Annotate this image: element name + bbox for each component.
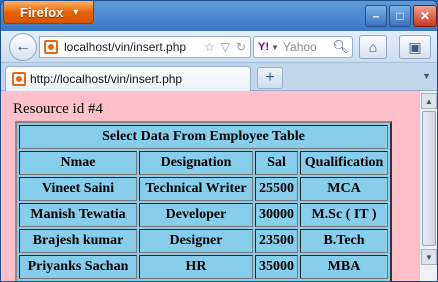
table-cell: Vineet Saini — [19, 177, 137, 201]
page-content: Resource id #4 Select Data From Employee… — [1, 91, 419, 281]
column-header: Nmae — [19, 151, 137, 175]
scroll-down-icon[interactable]: ▼ — [421, 249, 437, 265]
tab-insert-php[interactable]: http://localhost/vin/insert.php — [5, 66, 251, 91]
navigation-toolbar: ← localhost/vin/insert.php ☆ ▽ ↻ Y! ▼ Ya… — [1, 31, 437, 63]
history-dropdown-icon[interactable]: ▽ — [221, 40, 230, 54]
chevron-down-icon: ▼ — [71, 7, 81, 17]
search-bar[interactable]: Y! ▼ Yahoo 🔍︎ — [253, 36, 353, 58]
home-icon: ⌂ — [368, 39, 378, 55]
plus-icon: + — [265, 69, 275, 86]
site-identity-icon[interactable] — [44, 40, 58, 54]
table-cell: Designer — [139, 229, 253, 253]
window-controls: – □ ✕ — [365, 5, 437, 27]
new-tab-button[interactable]: + — [257, 67, 283, 89]
search-icon[interactable]: 🔍︎ — [332, 39, 349, 55]
employee-table: Select Data From Employee Table Nmae Des… — [15, 121, 392, 281]
maximize-icon: □ — [396, 9, 404, 23]
minimize-icon: – — [372, 9, 380, 23]
address-bar[interactable]: localhost/vin/insert.php ☆ ▽ ↻ — [39, 36, 251, 58]
url-text[interactable]: localhost/vin/insert.php — [64, 40, 204, 54]
table-row: Priyanks Sachan HR 35000 MBA — [19, 255, 388, 279]
vertical-scrollbar[interactable]: ▲ ▼ — [419, 91, 437, 281]
table-cell: 23500 — [255, 229, 298, 253]
search-input[interactable]: Yahoo — [283, 40, 317, 54]
close-button[interactable]: ✕ — [413, 5, 437, 27]
tab-title: http://localhost/vin/insert.php — [30, 72, 183, 86]
title-bar: Firefox ▼ – □ ✕ — [1, 1, 437, 31]
table-cell: M.Sc ( IT ) — [300, 203, 388, 227]
url-bar-icons: ☆ ▽ ↻ — [204, 40, 250, 54]
table-cell: 35000 — [255, 255, 298, 279]
column-header: Sal — [255, 151, 298, 175]
tab-strip: http://localhost/vin/insert.php + ▼ — [1, 63, 437, 91]
search-engine-icon[interactable]: Y! — [254, 41, 271, 53]
table-cell: 30000 — [255, 203, 298, 227]
table-header-row: Nmae Designation Sal Qualification — [19, 151, 388, 175]
home-button[interactable]: ⌂ — [359, 35, 387, 59]
scrollbar-thumb[interactable] — [422, 111, 436, 246]
table-row: Manish Tewatia Developer 30000 M.Sc ( IT… — [19, 203, 388, 227]
back-arrow-icon: ← — [15, 38, 31, 55]
table-cell: Technical Writer — [139, 177, 253, 201]
tab-favicon-icon — [12, 72, 26, 86]
table-cell: 25500 — [255, 177, 298, 201]
reload-icon[interactable]: ↻ — [236, 40, 246, 54]
bookmarks-icon: ▣ — [408, 38, 422, 55]
table-cell: Manish Tewatia — [19, 203, 137, 227]
table-cell: MBA — [300, 255, 388, 279]
table-cell: B.Tech — [300, 229, 388, 253]
table-cell: Priyanks Sachan — [19, 255, 137, 279]
table-cell: MCA — [300, 177, 388, 201]
column-header: Qualification — [300, 151, 388, 175]
firefox-menu-label: Firefox — [20, 4, 64, 20]
firefox-menu-button[interactable]: Firefox ▼ — [3, 1, 94, 24]
scroll-up-icon[interactable]: ▲ — [421, 93, 437, 109]
maximize-button[interactable]: □ — [389, 5, 411, 27]
search-engine-dropdown-icon[interactable]: ▼ — [271, 43, 279, 52]
back-button[interactable]: ← — [9, 33, 37, 61]
bookmarks-menu-button[interactable]: ▣ — [399, 35, 431, 59]
table-cell: Brajesh kumar — [19, 229, 137, 253]
bookmark-star-icon[interactable]: ☆ — [204, 40, 215, 54]
tab-list-dropdown-icon[interactable]: ▼ — [422, 71, 431, 81]
minimize-button[interactable]: – — [365, 5, 387, 27]
table-row: Brajesh kumar Designer 23500 B.Tech — [19, 229, 388, 253]
table-cell: Developer — [139, 203, 253, 227]
table-row: Vineet Saini Technical Writer 25500 MCA — [19, 177, 388, 201]
browser-window: Firefox ▼ – □ ✕ ← localhost/vin/insert.p… — [0, 0, 438, 282]
table-cell: HR — [139, 255, 253, 279]
table-caption: Select Data From Employee Table — [19, 125, 388, 149]
column-header: Designation — [139, 151, 253, 175]
resource-text: Resource id #4 — [13, 101, 103, 117]
close-icon: ✕ — [419, 9, 431, 23]
table-caption-row: Select Data From Employee Table — [19, 125, 388, 149]
